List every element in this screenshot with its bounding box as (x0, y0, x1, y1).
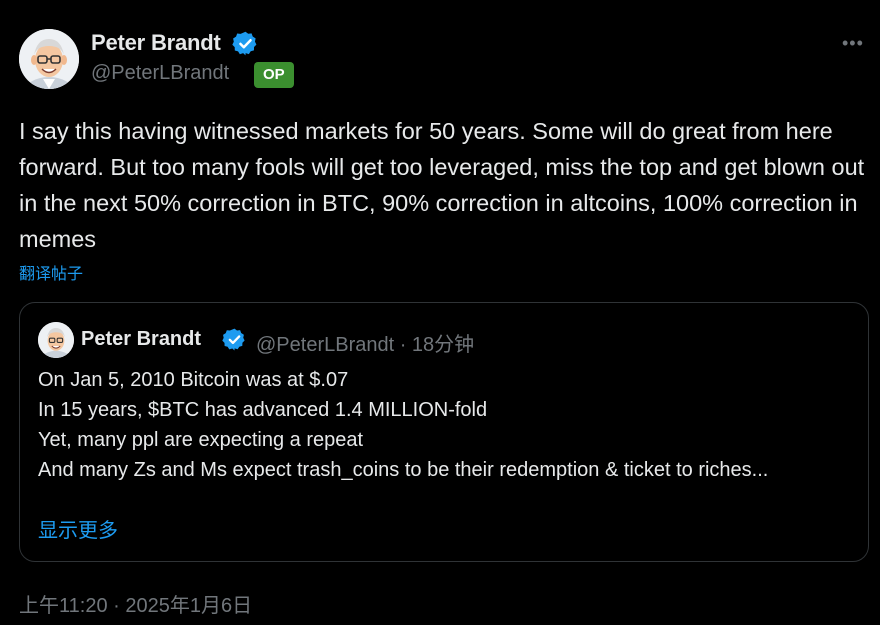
show-more-link[interactable]: 显示更多 (38, 514, 118, 543)
quoted-tweet-card[interactable]: Peter Brandt @PeterLBrandt · 18分钟 On Jan… (19, 302, 869, 562)
cartoon-avatar-icon (19, 29, 79, 89)
tweet-text: I say this having witnessed markets for … (19, 118, 865, 252)
quoted-handle-time: @PeterLBrandt · 18分钟 (256, 334, 475, 356)
more-horizontal-icon[interactable]: ••• (842, 33, 866, 53)
translate-post-link[interactable]: 翻译帖子 (19, 260, 83, 284)
author-name[interactable]: Peter Brandt (91, 30, 221, 56)
cartoon-avatar-icon (38, 322, 74, 358)
op-badge: OP (254, 62, 294, 88)
author-handle[interactable]: @PeterLBrandt (91, 62, 229, 85)
post-timestamp[interactable]: 上午11:20 · 2025年1月6日 (19, 589, 252, 618)
quoted-line: In 15 years, $BTC has advanced 1.4 MILLI… (38, 399, 488, 421)
author-avatar[interactable] (19, 29, 79, 89)
verified-badge-icon (222, 328, 245, 351)
quoted-author-name: Peter Brandt (81, 328, 202, 350)
quoted-line: Yet, many ppl are expecting a repeat (38, 429, 364, 451)
quoted-tweet-text: On Jan 5, 2010 Bitcoin was at $.07 In 15… (38, 365, 838, 485)
quoted-line: And many Zs and Ms expect trash_coins to… (38, 459, 769, 481)
verified-badge-icon (232, 31, 257, 56)
quoted-line: On Jan 5, 2010 Bitcoin was at $.07 (38, 369, 349, 391)
quoted-author-avatar[interactable] (38, 322, 74, 358)
